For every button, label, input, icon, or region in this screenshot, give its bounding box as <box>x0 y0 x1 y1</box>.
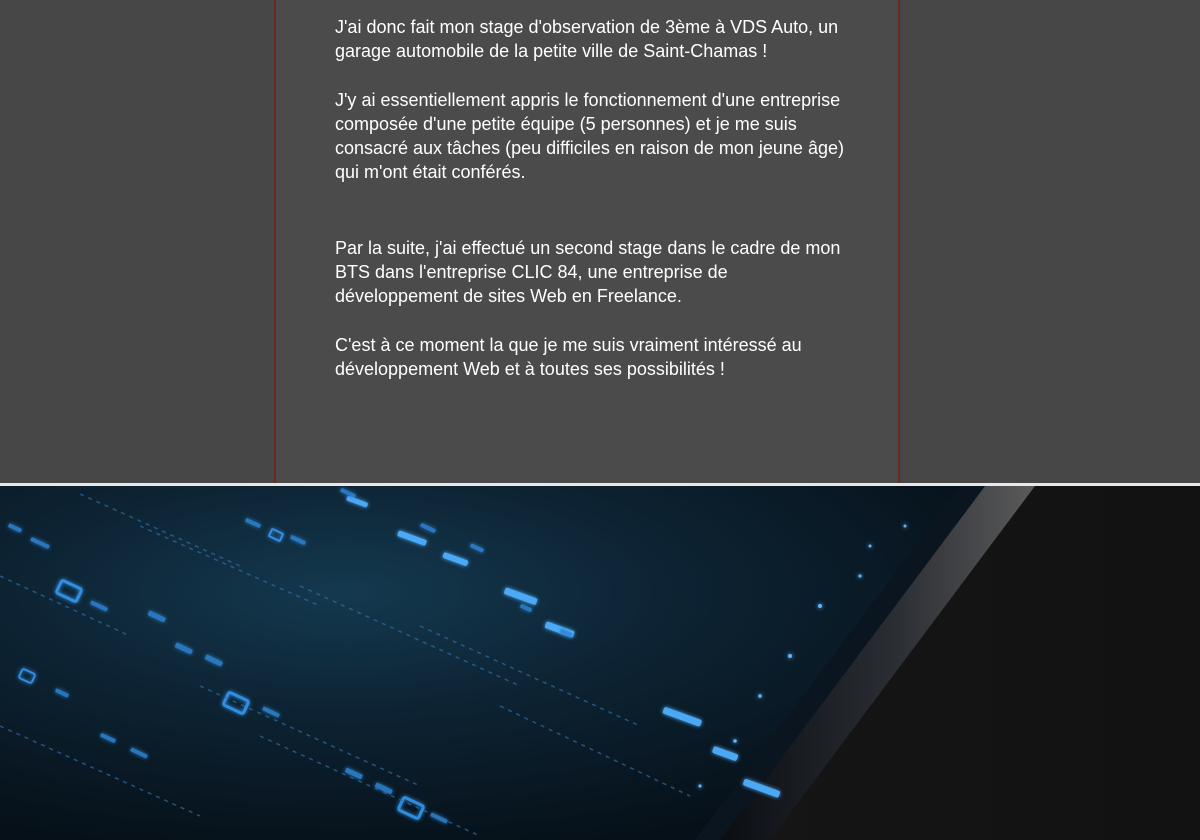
article-text: J'ai donc fait mon stage d'observation d… <box>335 15 855 381</box>
paragraph-web-interest: C'est à ce moment la que je me suis vrai… <box>335 334 802 379</box>
content-column: J'ai donc fait mon stage d'observation d… <box>274 0 900 483</box>
paragraph-vds-auto: J'ai donc fait mon stage d'observation d… <box>335 17 839 62</box>
footer-banner <box>0 486 1200 840</box>
page-background: J'ai donc fait mon stage d'observation d… <box>0 0 1200 483</box>
paragraph-learning: J'y ai essentiellement appris le fonctio… <box>335 89 844 183</box>
digital-data-stream-image <box>0 486 1200 840</box>
paragraph-clic84: Par la suite, j'ai effectué un second st… <box>335 237 841 307</box>
